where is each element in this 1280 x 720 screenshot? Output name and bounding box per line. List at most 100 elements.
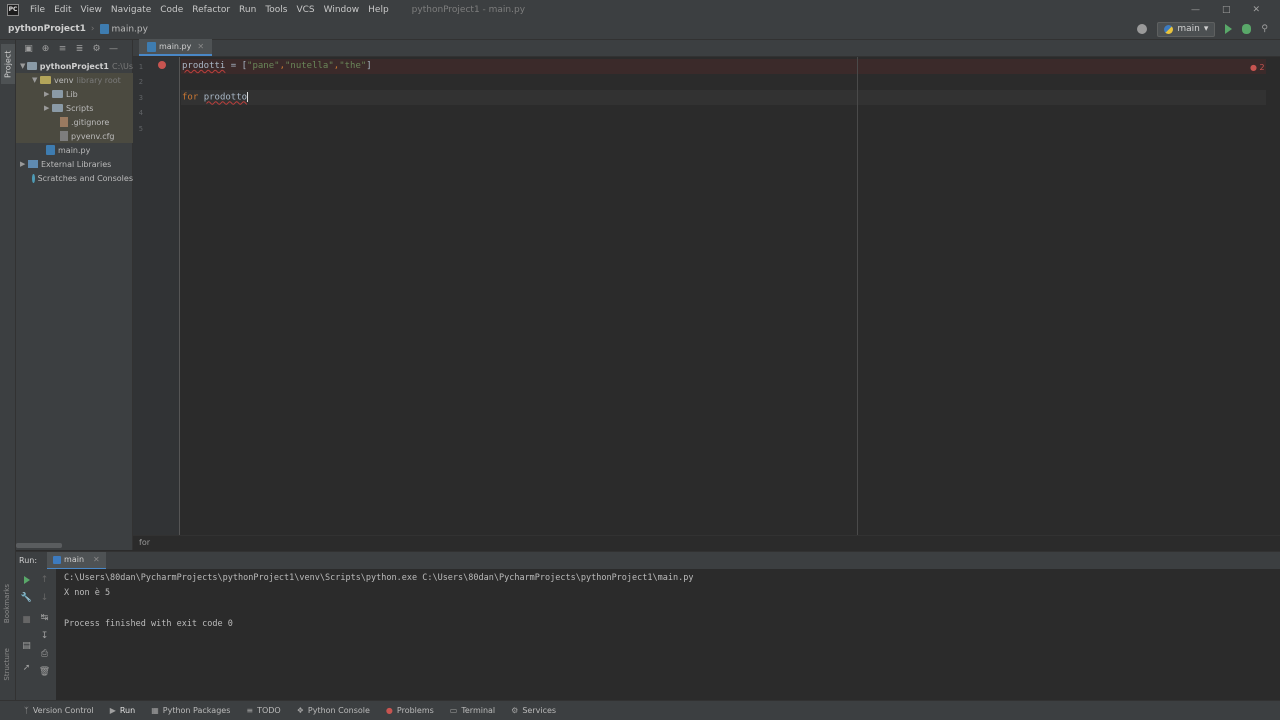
caret-line-highlight bbox=[181, 90, 1266, 105]
code-token-string: "nutella" bbox=[284, 61, 334, 71]
menu-vcs[interactable]: VCS bbox=[296, 5, 314, 15]
python-console-icon: ❖ bbox=[296, 706, 304, 715]
close-icon[interactable]: ✕ bbox=[197, 42, 204, 51]
code-token-bracket: ] bbox=[366, 61, 372, 71]
line-number: 5 bbox=[138, 125, 143, 133]
tool-terminal[interactable]: ▭ Terminal bbox=[450, 706, 495, 715]
breakpoint-icon[interactable] bbox=[158, 61, 166, 69]
packages-icon: ▦ bbox=[151, 706, 159, 715]
user-icon[interactable] bbox=[1137, 24, 1148, 34]
stop-icon[interactable]: ■ bbox=[22, 615, 31, 625]
tree-item-label: pyvenv.cfg bbox=[71, 131, 115, 141]
editor-gutter: 1 2 3 4 5 bbox=[133, 57, 180, 535]
tree-item-scratches[interactable]: Scratches and Consoles bbox=[16, 171, 133, 185]
tool-python-packages[interactable]: ▦ Python Packages bbox=[151, 706, 230, 715]
breadcrumb-for[interactable]: for bbox=[139, 538, 150, 547]
menu-navigate[interactable]: Navigate bbox=[111, 5, 151, 15]
hide-icon[interactable]: — bbox=[109, 44, 118, 54]
expand-all-icon[interactable]: ≡ bbox=[58, 44, 67, 54]
run-config-label: main bbox=[1177, 24, 1200, 34]
print-icon[interactable]: ⎙ bbox=[40, 649, 49, 659]
trash-icon[interactable]: 🗑 bbox=[39, 667, 50, 677]
code-line-3[interactable]: for prodotto bbox=[182, 92, 249, 103]
tool-run[interactable]: ▶ Run bbox=[110, 706, 136, 715]
line-number: 3 bbox=[138, 94, 143, 102]
tool-todo[interactable]: ≡ TODO bbox=[246, 706, 280, 715]
breadcrumb-file-label: main.py bbox=[111, 24, 148, 35]
layout-icon[interactable]: ▤ bbox=[22, 641, 31, 651]
tab-label: main.py bbox=[159, 42, 192, 51]
menu-refactor[interactable]: Refactor bbox=[192, 5, 230, 15]
navigation-bar: pythonProject1 › main.py main ▾ ⚲ bbox=[0, 19, 1280, 40]
menu-edit[interactable]: Edit bbox=[54, 5, 71, 15]
editor-breadcrumb: for bbox=[133, 535, 1280, 550]
tree-item-hint: C:\Us bbox=[112, 61, 133, 71]
line-number: 2 bbox=[138, 78, 143, 86]
config-file-icon bbox=[60, 131, 68, 141]
breadcrumb-project[interactable]: pythonProject1 bbox=[8, 24, 86, 34]
debug-icon[interactable] bbox=[1242, 24, 1252, 34]
run-console[interactable] bbox=[56, 569, 1280, 700]
tab-main-py[interactable]: main.py ✕ bbox=[139, 39, 213, 56]
list-icon: ≡ bbox=[246, 706, 254, 715]
menu-view[interactable]: View bbox=[81, 5, 102, 15]
search-icon[interactable]: ⚲ bbox=[1261, 24, 1268, 34]
tool-version-control[interactable]: ᛉ Version Control bbox=[24, 706, 94, 715]
tree-item-scripts[interactable]: ▶ Scripts bbox=[16, 101, 133, 115]
gear-icon[interactable]: ⚙ bbox=[92, 44, 101, 54]
editor-scrollbar[interactable] bbox=[1266, 57, 1280, 535]
tool-python-console[interactable]: ❖ Python Console bbox=[297, 706, 370, 715]
tree-item-main-py[interactable]: main.py bbox=[16, 143, 133, 157]
python-icon bbox=[1164, 24, 1174, 34]
bookmarks-tool-tab[interactable]: Bookmarks bbox=[3, 584, 11, 623]
tree-item-label: Scripts bbox=[66, 103, 94, 113]
tree-item-pyvenv-cfg[interactable]: pyvenv.cfg bbox=[16, 129, 133, 143]
structure-tool-tab[interactable]: Structure bbox=[3, 648, 11, 681]
maximize-icon[interactable]: □ bbox=[1222, 5, 1231, 15]
tree-item-venv[interactable]: ▼ venv library root bbox=[16, 73, 133, 87]
tree-item-label: pythonProject1 bbox=[39, 61, 109, 71]
locate-icon[interactable]: ⊕ bbox=[41, 44, 50, 54]
arrow-down-icon[interactable]: ↓ bbox=[40, 593, 49, 603]
tool-services[interactable]: ⚙ Services bbox=[511, 706, 556, 715]
file-icon bbox=[60, 117, 68, 127]
breadcrumb-file[interactable]: main.py bbox=[99, 23, 148, 35]
menu-file[interactable]: File bbox=[30, 5, 45, 15]
pin-icon[interactable]: ➚ bbox=[22, 663, 31, 673]
menu-help[interactable]: Help bbox=[368, 5, 389, 15]
collapse-all-icon[interactable]: ≣ bbox=[75, 44, 84, 54]
menu-tools[interactable]: Tools bbox=[265, 5, 287, 15]
tree-item-gitignore[interactable]: .gitignore bbox=[16, 115, 133, 129]
project-tool-tab[interactable]: Project bbox=[1, 44, 15, 84]
minimize-icon[interactable]: — bbox=[1191, 5, 1200, 15]
scroll-to-end-icon[interactable]: ↧ bbox=[40, 631, 49, 641]
library-icon bbox=[28, 160, 38, 168]
run-tab-main[interactable]: main ✕ bbox=[47, 551, 106, 570]
code-editor[interactable] bbox=[181, 57, 1280, 535]
run-config-dropdown[interactable]: main ▾ bbox=[1157, 21, 1216, 37]
rerun-icon[interactable] bbox=[22, 575, 31, 584]
run-icon[interactable] bbox=[1225, 24, 1233, 34]
console-line: C:\Users\80dan\PycharmProjects\pythonPro… bbox=[64, 573, 694, 583]
arrow-up-icon[interactable]: ↑ bbox=[40, 575, 49, 585]
close-icon[interactable]: ✕ bbox=[93, 555, 100, 564]
menu-run[interactable]: Run bbox=[239, 5, 256, 15]
close-icon[interactable]: ✕ bbox=[1252, 5, 1260, 15]
error-count-badge[interactable]: ● 2 bbox=[1250, 63, 1265, 72]
tree-item-label: .gitignore bbox=[71, 117, 110, 127]
project-view-icon[interactable]: ▣ bbox=[24, 44, 33, 54]
right-margin-guide bbox=[857, 57, 858, 535]
tree-item-project-root[interactable]: ▼ pythonProject1 C:\Us bbox=[16, 59, 133, 73]
code-token-variable: prodotti bbox=[182, 61, 226, 71]
tree-item-external-libraries[interactable]: ▶ External Libraries bbox=[16, 157, 133, 171]
soft-wrap-icon[interactable]: ↹ bbox=[40, 613, 49, 623]
code-line-1[interactable]: prodotti = ["pane","nutella","the"] bbox=[182, 61, 372, 71]
menu-window[interactable]: Window bbox=[324, 5, 360, 15]
tool-problems[interactable]: ● Problems bbox=[386, 706, 434, 715]
tree-item-lib[interactable]: ▶ Lib bbox=[16, 87, 133, 101]
wrench-icon[interactable]: 🔧 bbox=[21, 593, 32, 603]
run-toolbar: ↑ 🔧 ↓ ■ ↹ ↧ ▤ ⎙ ➚ 🗑 bbox=[16, 569, 56, 700]
menu-code[interactable]: Code bbox=[160, 5, 183, 15]
pycharm-logo-icon: PC bbox=[7, 3, 19, 16]
horizontal-scrollbar[interactable] bbox=[16, 543, 62, 548]
